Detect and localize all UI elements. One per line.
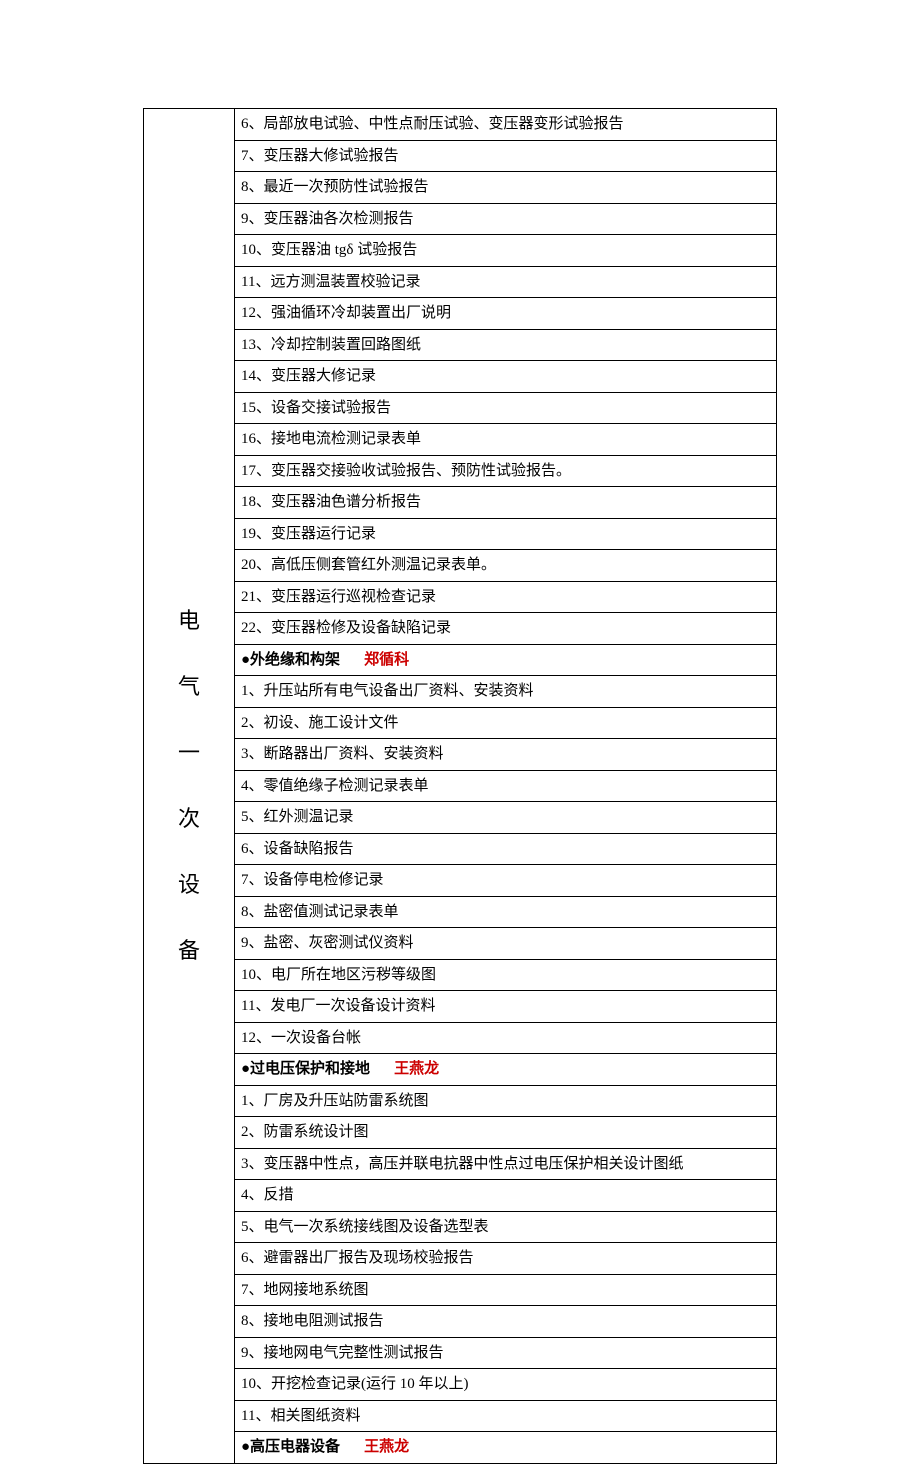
item-text: 20、高低压侧套管红外测温记录表单。 [241,557,496,573]
table-row: 18、变压器油色谱分析报告 [235,487,777,519]
table-row: 6、设备缺陷报告 [235,833,777,865]
item-text: 6、局部放电试验、中性点耐压试验、变压器变形试验报告 [241,116,624,132]
item-text: 6、避雷器出厂报告及现场校验报告 [241,1250,474,1266]
table-row: 1、升压站所有电气设备出厂资料、安装资料 [235,676,777,708]
item-text: 4、反措 [241,1187,294,1203]
section-person: 王燕龙 [394,1060,439,1077]
table-row: 22、变压器检修及设备缺陷记录 [235,613,777,645]
table-row: 11、相关图纸资料 [235,1400,777,1432]
table-row: 6、局部放电试验、中性点耐压试验、变压器变形试验报告 [235,109,777,141]
item-text: 16、接地电流检测记录表单 [241,431,421,447]
category-char: 次 [178,806,200,831]
document-table: 电气一次设备 6、局部放电试验、中性点耐压试验、变压器变形试验报告 7、变压器大修试… [143,108,777,1464]
table-row: 7、变压器大修试验报告 [235,140,777,172]
table-row: 19、变压器运行记录 [235,518,777,550]
item-text: 11、相关图纸资料 [241,1408,360,1424]
item-text: 1、升压站所有电气设备出厂资料、安装资料 [241,683,534,699]
item-text: 10、开挖检查记录(运行 10 年以上) [241,1376,469,1392]
item-text: 15、设备交接试验报告 [241,400,391,416]
table-row: 17、变压器交接验收试验报告、预防性试验报告。 [235,455,777,487]
table-row: 5、红外测温记录 [235,802,777,834]
item-text: 10、电厂所在地区污秽等级图 [241,967,436,983]
table-row: 6、避雷器出厂报告及现场校验报告 [235,1243,777,1275]
category-char: 一 [178,740,200,765]
item-text: 19、变压器运行记录 [241,526,376,542]
table-row: 15、设备交接试验报告 [235,392,777,424]
item-text: 1、厂房及升压站防雷系统图 [241,1093,429,1109]
table-row: 8、最近一次预防性试验报告 [235,172,777,204]
table-row: 4、零值绝缘子检测记录表单 [235,770,777,802]
table-row: 3、断路器出厂资料、安装资料 [235,739,777,771]
item-text: 13、冷却控制装置回路图纸 [241,337,421,353]
item-text: 11、远方测温装置校验记录 [241,274,420,290]
section-title: ●外绝缘和构架 [241,651,340,668]
item-text: 7、地网接地系统图 [241,1282,369,1298]
section-header: ●过电压保护和接地 王燕龙 [235,1054,777,1086]
item-text: 3、断路器出厂资料、安装资料 [241,746,444,762]
table-row: 9、盐密、灰密测试仪资料 [235,928,777,960]
table-row: 2、防雷系统设计图 [235,1117,777,1149]
table-row: 7、设备停电检修记录 [235,865,777,897]
table-row: 10、电厂所在地区污秽等级图 [235,959,777,991]
item-text: 12、强油循环冷却装置出厂说明 [241,305,451,321]
item-text: 4、零值绝缘子检测记录表单 [241,778,429,794]
item-text: 3、变压器中性点，高压并联电抗器中性点过电压保护相关设计图纸 [241,1156,684,1172]
item-text: 9、盐密、灰密测试仪资料 [241,935,414,951]
section-title: ●高压电器设备 [241,1438,340,1455]
item-text: 8、接地电阻测试报告 [241,1313,384,1329]
table-row: 1、厂房及升压站防雷系统图 [235,1085,777,1117]
table-row: 2、初设、施工设计文件 [235,707,777,739]
table-row: 21、变压器运行巡视检查记录 [235,581,777,613]
item-text: 9、接地网电气完整性测试报告 [241,1345,444,1361]
item-text: 21、变压器运行巡视检查记录 [241,589,436,605]
table-row: 9、变压器油各次检测报告 [235,203,777,235]
item-text: 9、变压器油各次检测报告 [241,211,414,227]
table-row: 13、冷却控制装置回路图纸 [235,329,777,361]
category-cell: 电气一次设备 [144,109,235,1464]
table-row: 8、盐密值测试记录表单 [235,896,777,928]
section-title: ●过电压保护和接地 [241,1060,370,1077]
item-text: 2、防雷系统设计图 [241,1124,369,1140]
table-row: 10、开挖检查记录(运行 10 年以上) [235,1369,777,1401]
table-row: 7、地网接地系统图 [235,1274,777,1306]
document-page: 电气一次设备 6、局部放电试验、中性点耐压试验、变压器变形试验报告 7、变压器大修试… [0,0,920,1464]
table-row: 12、强油循环冷却装置出厂说明 [235,298,777,330]
category-char: 设 [178,872,200,897]
table-row: 10、变压器油 tgδ 试验报告 [235,235,777,267]
item-text: 8、最近一次预防性试验报告 [241,179,429,195]
table-row: 11、发电厂一次设备设计资料 [235,991,777,1023]
category-char: 电 [178,608,200,633]
item-text: 7、设备停电检修记录 [241,872,384,888]
table-row: 11、远方测温装置校验记录 [235,266,777,298]
category-char: 气 [178,674,200,699]
table-row: 14、变压器大修记录 [235,361,777,393]
item-text: 11、发电厂一次设备设计资料 [241,998,435,1014]
table-row: 16、接地电流检测记录表单 [235,424,777,456]
item-text: 10、变压器油 tgδ 试验报告 [241,242,417,258]
item-text: 7、变压器大修试验报告 [241,148,399,164]
table-row: 5、电气一次系统接线图及设备选型表 [235,1211,777,1243]
category-char: 备 [178,938,200,963]
item-text: 12、一次设备台帐 [241,1030,361,1046]
table-row: 4、反措 [235,1180,777,1212]
section-person: 郑循科 [364,651,409,668]
item-text: 6、设备缺陷报告 [241,841,354,857]
section-header: ●高压电器设备 王燕龙 [235,1432,777,1464]
section-header: ●外绝缘和构架 郑循科 [235,644,777,676]
item-text: 5、电气一次系统接线图及设备选型表 [241,1219,489,1235]
item-text: 5、红外测温记录 [241,809,354,825]
table-row: 3、变压器中性点，高压并联电抗器中性点过电压保护相关设计图纸 [235,1148,777,1180]
table-row: 9、接地网电气完整性测试报告 [235,1337,777,1369]
section-person: 王燕龙 [364,1438,409,1455]
item-text: 17、变压器交接验收试验报告、预防性试验报告。 [241,463,571,479]
item-text: 18、变压器油色谱分析报告 [241,494,421,510]
item-text: 8、盐密值测试记录表单 [241,904,399,920]
table-row: 12、一次设备台帐 [235,1022,777,1054]
item-text: 14、变压器大修记录 [241,368,376,384]
item-text: 2、初设、施工设计文件 [241,715,399,731]
table-row: 8、接地电阻测试报告 [235,1306,777,1338]
table-row: 20、高低压侧套管红外测温记录表单。 [235,550,777,582]
item-text: 22、变压器检修及设备缺陷记录 [241,620,451,636]
